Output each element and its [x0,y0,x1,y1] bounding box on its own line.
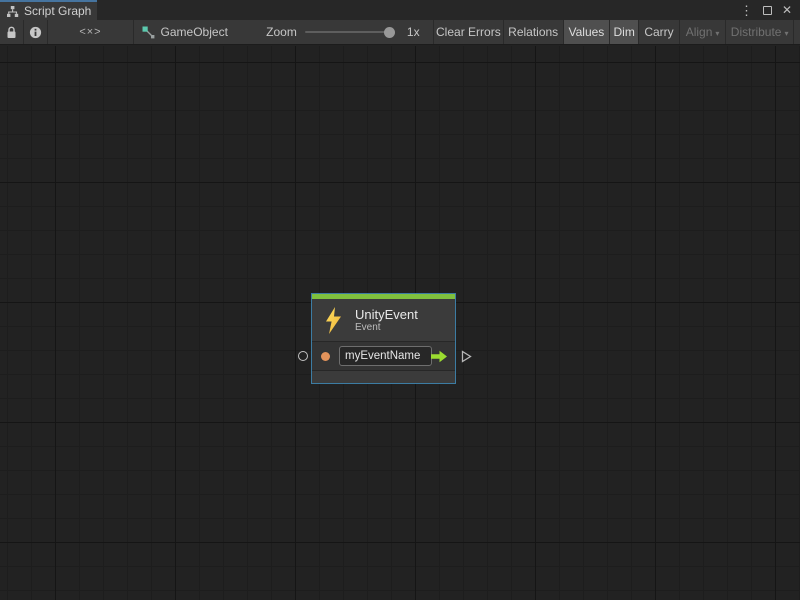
values-toggle[interactable]: Values [564,20,610,44]
info-button[interactable] [24,20,48,44]
titlebar-spacer [97,0,740,20]
code-view-button[interactable]: <×> [48,20,133,44]
window-controls: ⋮ ✕ [740,0,800,20]
lightning-bolt-icon [323,307,344,334]
lock-button[interactable] [0,20,24,44]
titlebar: Script Graph ⋮ ✕ [0,0,800,20]
unity-event-node[interactable]: UnityEvent Event [311,293,456,384]
graph-toolbar: <×> GameObject Zoom 1x Clear Errors Rela… [0,20,800,45]
gameobject-graph-icon [142,26,155,39]
graph-icon [6,5,19,18]
zoom-value-cell: 1x [405,20,434,44]
chevron-down-icon: ▾ [784,29,788,38]
close-icon[interactable]: ✕ [782,4,792,16]
graph-target[interactable]: GameObject [134,20,243,44]
node-titles: UnityEvent Event [355,307,418,334]
dim-toggle[interactable]: Dim [610,20,639,44]
control-output-port[interactable] [461,350,472,363]
event-name-port-icon[interactable] [321,352,330,361]
tab-title: Script Graph [24,4,91,18]
graph-target-label: GameObject [161,25,228,39]
distribute-dropdown[interactable]: Distribute ▾ [726,20,794,44]
zoom-label: Zoom [266,25,297,39]
code-icon: <×> [79,26,101,38]
zoom-slider[interactable] [305,31,391,33]
node-header[interactable]: UnityEvent Event [312,299,455,341]
tab-script-graph[interactable]: Script Graph [0,0,97,20]
clear-errors-label: Clear Errors [436,25,501,39]
event-name-input[interactable] [339,346,432,366]
flow-arrow-icon [430,350,448,363]
chevron-down-icon: ▾ [715,29,719,38]
align-dropdown[interactable]: Align ▾ [680,20,726,44]
clear-errors-button[interactable]: Clear Errors [434,20,504,44]
node-subtitle: Event [355,322,418,334]
zoom-value: 1x [407,25,420,39]
lock-icon [6,26,17,39]
dim-label: Dim [613,25,634,39]
carry-label: Carry [644,25,673,39]
zoom-control: Zoom [242,20,405,44]
node-title: UnityEvent [355,307,418,322]
window-menu-icon[interactable]: ⋮ [740,4,753,17]
node-footer [312,371,455,383]
node-port-row [312,342,455,370]
zoom-slider-handle[interactable] [384,27,395,38]
maximize-icon[interactable] [763,6,772,15]
align-label: Align [686,25,713,39]
distribute-label: Distribute [731,25,782,39]
control-input-port[interactable] [298,351,308,361]
graph-canvas[interactable]: UnityEvent Event [0,46,800,600]
values-label: Values [568,25,604,39]
relations-button[interactable]: Relations [504,20,564,44]
overview-button[interactable]: Overv [794,20,800,44]
carry-toggle[interactable]: Carry [639,20,680,44]
relations-label: Relations [508,25,558,39]
info-icon [29,26,42,39]
